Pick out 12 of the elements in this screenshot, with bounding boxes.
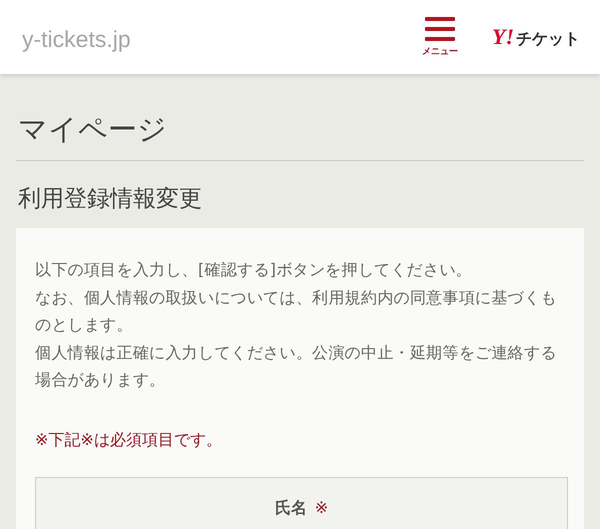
page-title: マイページ bbox=[16, 74, 584, 161]
menu-icon bbox=[425, 16, 455, 40]
field-label: 氏名 bbox=[274, 498, 307, 519]
intro-paragraph: 以下の項目を入力し、[確認する]ボタンを押してください。 bbox=[35, 259, 473, 281]
required-mark: ※ bbox=[314, 498, 328, 519]
menu-button[interactable]: メニュー bbox=[422, 16, 458, 58]
site-logo[interactable]: Y!チケット bbox=[492, 24, 580, 50]
required-note: ※下記※は必須項目です。 bbox=[35, 430, 223, 451]
intro-paragraph: なお、個人情報の取扱いについては、利用規約内の同意事項に基づくものとします。 bbox=[35, 286, 558, 336]
site-address: y-tickets.jp bbox=[22, 24, 132, 52]
section-title: 利用登録情報変更 bbox=[17, 185, 203, 214]
intro-paragraph: 個人情報は正確に入力してください。公演の中止・延期等をご連絡する場合があります。 bbox=[35, 342, 558, 392]
